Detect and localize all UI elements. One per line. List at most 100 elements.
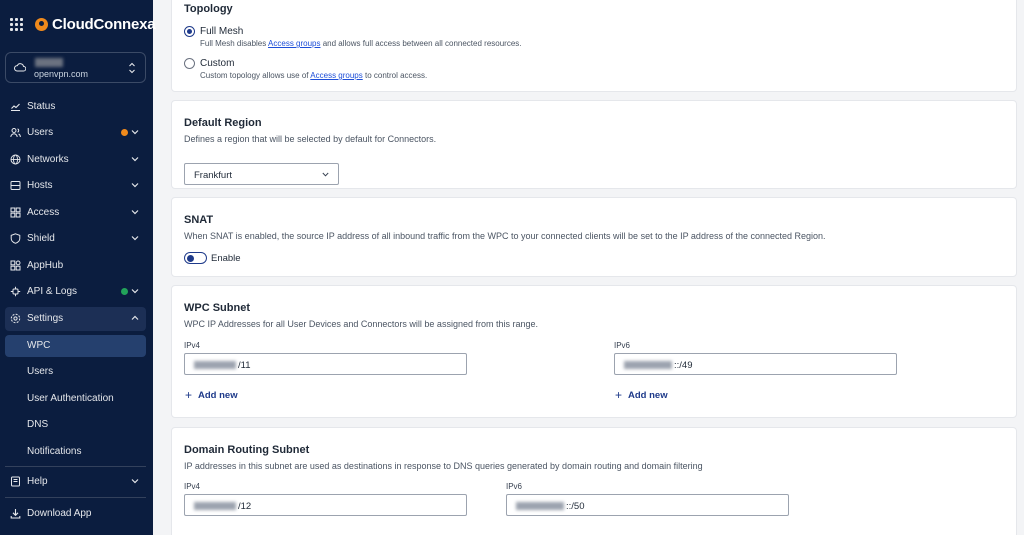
sidebar-item-apphub[interactable]: AppHub — [5, 254, 146, 278]
shield-icon — [10, 233, 21, 244]
custom-label: Custom — [200, 58, 235, 69]
sidebar-item-label: Hosts — [27, 180, 53, 191]
domain-routing-ipv6-label: IPv6 — [506, 482, 523, 491]
wpc-ipv4-add-new-button[interactable]: + Add new — [185, 388, 238, 402]
ipv4-address-redacted — [194, 361, 236, 369]
access-groups-link[interactable]: Access groups — [310, 71, 362, 80]
wpc-subnet-desc: WPC IP Addresses for all User Devices an… — [184, 319, 538, 329]
chevron-up-icon — [131, 315, 139, 320]
plus-icon: + — [615, 388, 623, 402]
sidebar-subitem-wpc[interactable]: WPC — [5, 335, 146, 357]
sidebar-divider — [5, 497, 146, 498]
wpc-ipv4-suffix: /11 — [238, 360, 251, 371]
status-chart-icon — [11, 103, 20, 112]
domain-routing-subnet-card: Domain Routing Subnet IP addresses in th… — [171, 427, 1017, 535]
sidebar-item-download-app[interactable]: Download App — [5, 502, 146, 526]
organization-domain: openvpn.com — [34, 69, 89, 79]
sidebar-item-access[interactable]: Access — [5, 201, 146, 225]
default-region-select[interactable]: Frankfurt — [184, 163, 339, 185]
wpc-ipv6-suffix: ::/49 — [674, 360, 693, 371]
domain-routing-ipv4-suffix: /12 — [238, 501, 252, 512]
sidebar-item-hosts[interactable]: Hosts — [5, 174, 146, 198]
full-mesh-radio[interactable] — [184, 26, 195, 37]
custom-radio[interactable] — [184, 58, 195, 69]
sidebar-subitem-dns[interactable]: DNS — [5, 414, 146, 436]
wpc-subnet-title: WPC Subnet — [184, 302, 250, 314]
default-region-desc: Defines a region that will be selected b… — [184, 134, 437, 144]
sidebar-item-label: Users — [27, 127, 54, 138]
custom-help-text: Custom topology allows use of — [200, 71, 311, 80]
add-new-label: Add new — [198, 390, 238, 401]
domain-routing-ipv6-suffix: ::/50 — [566, 501, 585, 512]
sidebar-item-networks[interactable]: Networks — [5, 148, 146, 172]
custom-help-text: to control access. — [362, 71, 428, 80]
chevron-down-icon — [131, 130, 139, 135]
sidebar-item-label: Settings — [27, 313, 64, 324]
access-groups-link[interactable]: Access groups — [268, 39, 320, 48]
sidebar-divider — [5, 466, 146, 467]
sidebar-subitem-label: User Authentication — [27, 393, 114, 404]
snat-enable-toggle[interactable] — [184, 252, 207, 264]
chevron-down-icon — [131, 479, 139, 484]
full-mesh-help-text: Full Mesh disables — [200, 39, 269, 48]
wpc-ipv6-add-new-button[interactable]: + Add new — [615, 388, 668, 402]
domain-routing-ipv4-input[interactable]: /12 — [184, 494, 467, 516]
topology-card: Topology Full Mesh Full Mesh disables Ac… — [171, 0, 1017, 92]
sidebar-subitem-user-authentication[interactable]: User Authentication — [5, 388, 146, 410]
domain-routing-ipv6-input[interactable]: ::/50 — [506, 494, 789, 516]
sidebar-item-label: Download App — [27, 508, 92, 519]
domain-routing-title: Domain Routing Subnet — [184, 444, 310, 456]
globe-icon — [10, 154, 21, 165]
sidebar-subitem-label: Notifications — [27, 446, 82, 457]
sidebar-subitem-label: Users — [27, 366, 54, 377]
api-plug-icon — [10, 286, 21, 297]
snat-desc: When SNAT is enabled, the source IP addr… — [184, 231, 826, 241]
default-region-value: Frankfurt — [194, 170, 233, 181]
sidebar-item-settings[interactable]: Settings — [5, 307, 146, 331]
sidebar-item-shield[interactable]: Shield — [5, 227, 146, 251]
wpc-ipv6-input[interactable]: ::/49 — [614, 353, 897, 375]
sidebar-subitem-notifications[interactable]: Notifications — [5, 441, 146, 463]
add-new-label: Add new — [628, 390, 668, 401]
wpc-ipv6-label: IPv6 — [614, 341, 631, 350]
app-grid-icon[interactable] — [10, 17, 23, 31]
access-grid-icon — [10, 207, 21, 218]
chevron-down-icon — [322, 172, 329, 177]
sidebar-item-help[interactable]: Help — [5, 470, 146, 494]
sidebar-item-status[interactable]: Status — [5, 95, 146, 119]
wpc-subnet-card: WPC Subnet WPC IP Addresses for all User… — [171, 285, 1017, 418]
sidebar-item-users[interactable]: Users — [5, 121, 146, 145]
sidebar-subitem-label: DNS — [27, 419, 49, 430]
organization-switcher[interactable]: openvpn.com — [5, 52, 146, 83]
organization-name-redacted — [35, 58, 63, 67]
plus-icon: + — [185, 388, 193, 402]
sidebar-subitem-label: WPC — [27, 340, 51, 351]
cloud-icon — [14, 63, 26, 72]
sidebar-item-label: Status — [27, 101, 56, 112]
full-mesh-label: Full Mesh — [200, 26, 244, 37]
sidebar-item-label: AppHub — [27, 260, 64, 271]
help-book-icon — [11, 476, 20, 487]
chevron-down-icon — [131, 183, 139, 188]
server-icon — [10, 181, 21, 190]
sidebar-item-label: Shield — [27, 233, 55, 244]
custom-help: Custom topology allows use of Access gro… — [200, 71, 427, 80]
chevron-down-icon — [131, 289, 139, 294]
sidebar-item-api-logs[interactable]: API & Logs — [5, 280, 146, 304]
default-region-title: Default Region — [184, 117, 262, 129]
brand-name: CloudConnexa — [52, 15, 156, 33]
full-mesh-help: Full Mesh disables Access groups and all… — [200, 39, 522, 48]
download-icon — [10, 509, 21, 519]
chevron-down-icon — [131, 157, 139, 162]
users-notification-badge — [121, 129, 128, 136]
sidebar-subitem-users[interactable]: Users — [5, 361, 146, 383]
chevron-updown-icon — [129, 62, 135, 74]
chevron-down-icon — [131, 210, 139, 215]
sidebar: CloudConnexa openvpn.com Status Users Ne… — [0, 0, 156, 535]
topology-title: Topology — [184, 3, 233, 15]
domain-routing-desc: IP addresses in this subnet are used as … — [184, 461, 703, 471]
snat-card: SNAT When SNAT is enabled, the source IP… — [171, 197, 1017, 277]
snat-title: SNAT — [184, 214, 214, 226]
wpc-ipv4-input[interactable]: /11 — [184, 353, 467, 375]
sidebar-item-label: Networks — [27, 154, 69, 165]
